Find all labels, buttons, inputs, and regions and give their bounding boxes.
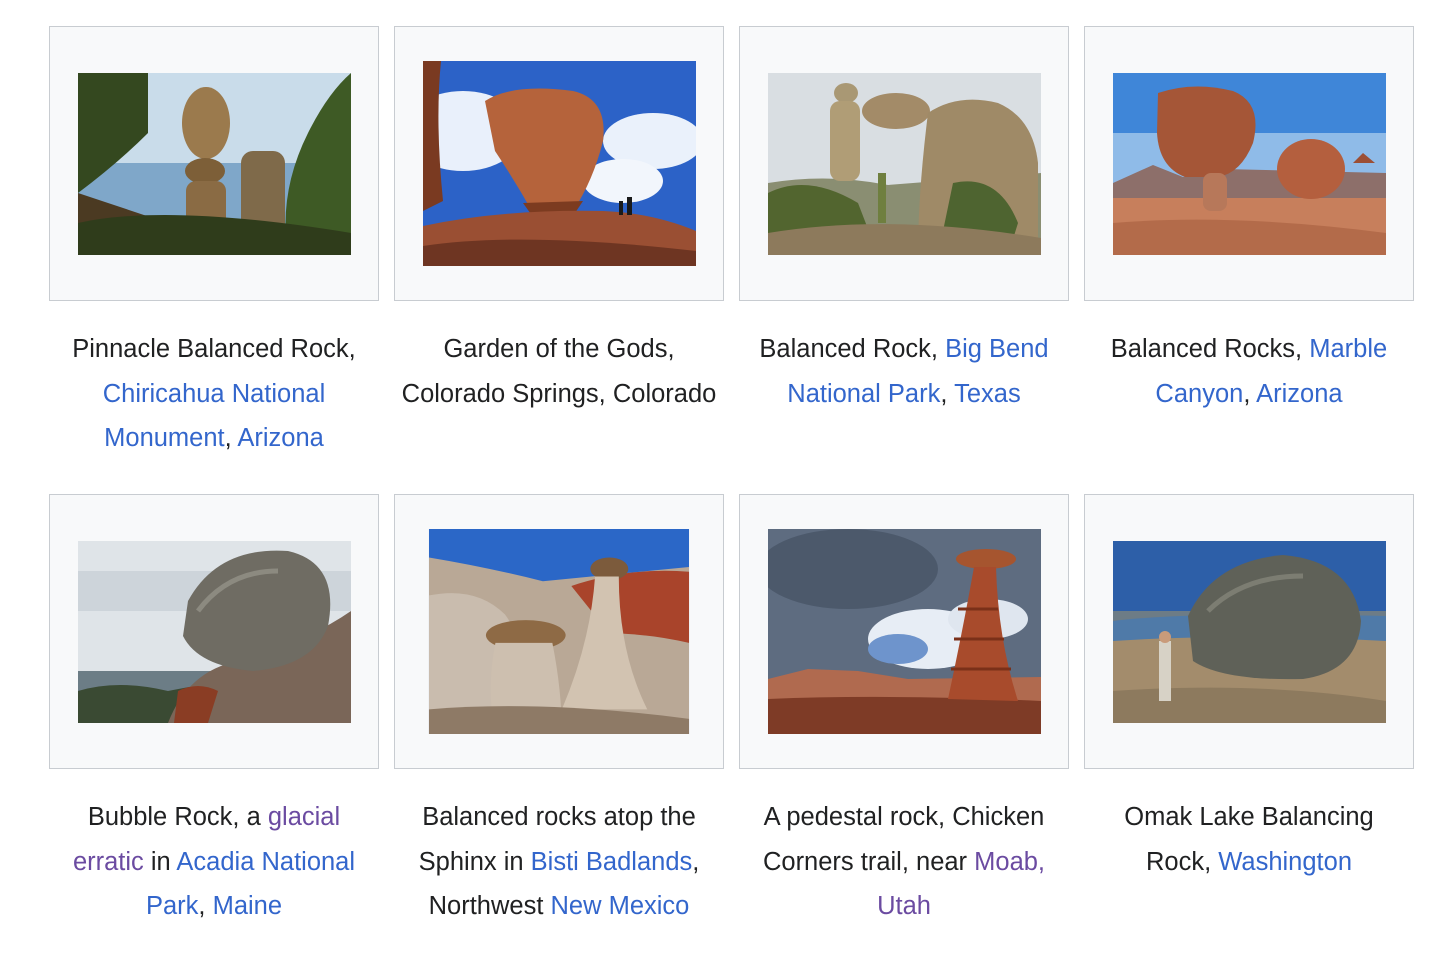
gallery-thumbnail[interactable] xyxy=(739,494,1069,769)
photo-balanced-rock-big-bend[interactable] xyxy=(767,72,1041,255)
gallery-caption: Balanced rocks atop the Sphinx in Bisti … xyxy=(399,795,719,929)
gallery-caption: Balanced Rock, Big Bend National Park, T… xyxy=(744,327,1064,416)
gallery-thumbnail[interactable] xyxy=(49,494,379,769)
gallery-thumbnail[interactable] xyxy=(49,26,379,301)
gallery-item-bubble-rock: Bubble Rock, a glacial erratic in Acadia… xyxy=(48,494,380,954)
caption-link-new-mexico[interactable]: New Mexico xyxy=(551,892,690,920)
gallery-caption: Omak Lake Balancing Rock, Washington xyxy=(1089,795,1409,884)
caption-text: Bubble Rock, a xyxy=(87,803,268,831)
caption-link-texas[interactable]: Texas xyxy=(954,380,1021,408)
photo-chicken-corners-pedestal[interactable] xyxy=(767,529,1041,734)
caption-text: in xyxy=(143,847,177,876)
caption-link-bisti-badlands[interactable]: Bisti Badlands xyxy=(531,848,693,876)
photo-bubble-rock[interactable] xyxy=(77,540,351,723)
gallery-caption: Bubble Rock, a glacial erratic in Acadia… xyxy=(54,795,374,929)
caption-text: , xyxy=(940,379,955,408)
caption-text: Garden of the Gods, Colorado Springs, Co… xyxy=(401,335,717,408)
caption-link-arizona[interactable]: Arizona xyxy=(1256,380,1342,408)
caption-text: , xyxy=(198,892,213,920)
caption-link-washington[interactable]: Washington xyxy=(1218,848,1352,876)
gallery-thumbnail[interactable] xyxy=(739,26,1069,301)
gallery-caption: A pedestal rock, Chicken Corners trail, … xyxy=(744,795,1064,929)
gallery-item-chicken-corners-pedestal: A pedestal rock, Chicken Corners trail, … xyxy=(738,494,1070,954)
gallery-thumbnail[interactable] xyxy=(394,26,724,301)
caption-link-arizona[interactable]: Arizona xyxy=(237,424,323,452)
caption-link-maine[interactable]: Maine xyxy=(213,892,282,920)
gallery-thumbnail[interactable] xyxy=(1084,26,1414,301)
photo-bisti-sphinx[interactable] xyxy=(422,529,696,734)
gallery-item-pinnacle-balanced-rock: Pinnacle Balanced Rock, Chiricahua Natio… xyxy=(48,26,380,486)
photo-omak-lake-balancing-rock[interactable] xyxy=(1112,540,1386,723)
caption-text: , xyxy=(224,424,238,452)
caption-text: , xyxy=(1243,379,1257,408)
gallery-caption: Garden of the Gods, Colorado Springs, Co… xyxy=(399,327,719,416)
gallery-item-bisti-sphinx: Balanced rocks atop the Sphinx in Bisti … xyxy=(393,494,725,954)
gallery-item-garden-of-the-gods: Garden of the Gods, Colorado Springs, Co… xyxy=(393,26,725,486)
gallery-item-omak-lake-balancing-rock: Omak Lake Balancing Rock, Washington xyxy=(1083,494,1415,954)
gallery-caption: Pinnacle Balanced Rock, Chiricahua Natio… xyxy=(54,327,374,461)
caption-text: Balanced Rock, xyxy=(759,335,946,363)
photo-balanced-rocks-marble-canyon[interactable] xyxy=(1112,72,1386,255)
photo-garden-of-the-gods[interactable] xyxy=(422,61,696,266)
caption-text: Balanced Rocks, xyxy=(1110,335,1310,363)
gallery-item-balanced-rock-big-bend: Balanced Rock, Big Bend National Park, T… xyxy=(738,26,1070,486)
gallery-thumbnail[interactable] xyxy=(394,494,724,769)
image-gallery: Pinnacle Balanced Rock, Chiricahua Natio… xyxy=(48,26,1415,954)
photo-pinnacle-balanced-rock[interactable] xyxy=(77,72,351,255)
gallery-caption: Balanced Rocks, Marble Canyon, Arizona xyxy=(1089,327,1409,416)
gallery-item-balanced-rocks-marble-canyon: Balanced Rocks, Marble Canyon, Arizona xyxy=(1083,26,1415,486)
gallery-thumbnail[interactable] xyxy=(1084,494,1414,769)
caption-text: Pinnacle Balanced Rock, xyxy=(72,335,356,363)
